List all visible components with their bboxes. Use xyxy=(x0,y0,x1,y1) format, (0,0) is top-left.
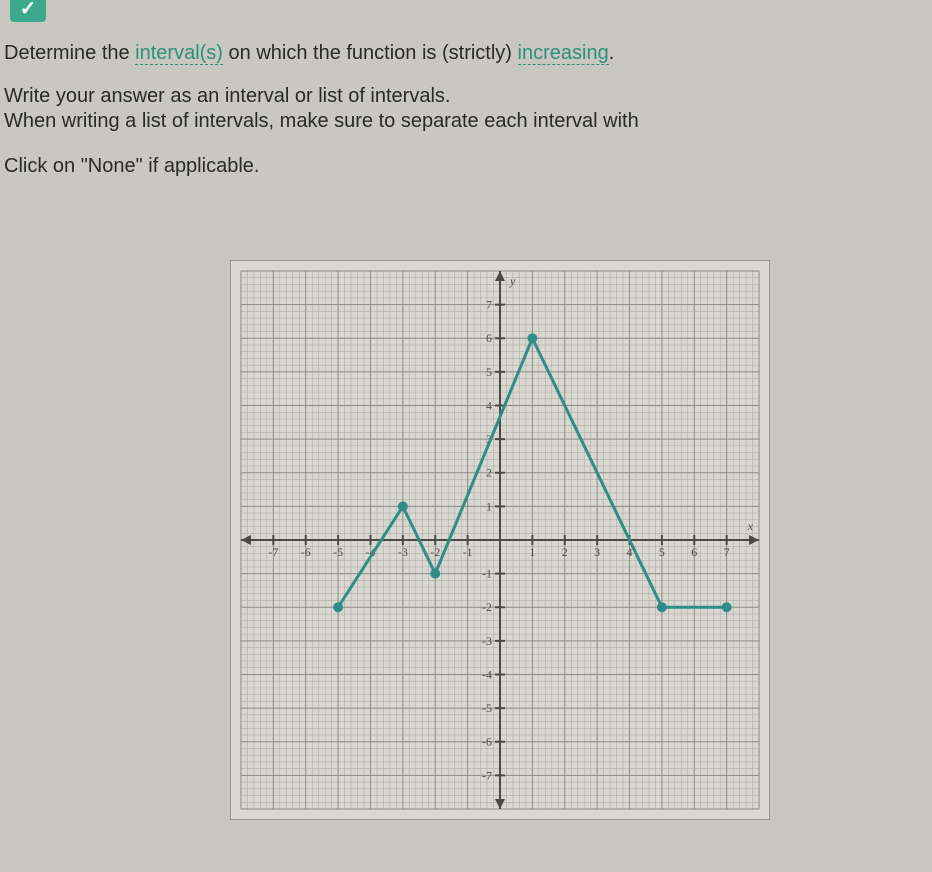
svg-text:3: 3 xyxy=(594,545,600,559)
svg-text:7: 7 xyxy=(724,545,730,559)
prompt-line-4: Click on "None" if applicable. xyxy=(4,155,928,178)
prompt-line-1: Determine the interval(s) on which the f… xyxy=(4,42,928,65)
svg-text:1: 1 xyxy=(486,499,492,513)
svg-text:y: y xyxy=(509,274,516,288)
svg-text:2: 2 xyxy=(562,545,568,559)
hint-intervals[interactable]: interval(s) xyxy=(135,42,223,65)
hint-increasing[interactable]: increasing xyxy=(518,42,609,65)
svg-text:1: 1 xyxy=(529,545,535,559)
text: Determine the xyxy=(4,42,135,64)
text: on which the function is (strictly) xyxy=(223,42,518,64)
svg-text:-2: -2 xyxy=(430,545,440,559)
svg-text:-3: -3 xyxy=(398,545,408,559)
svg-text:-4: -4 xyxy=(482,667,492,681)
svg-text:-2: -2 xyxy=(482,600,492,614)
svg-text:-3: -3 xyxy=(482,634,492,648)
svg-text:5: 5 xyxy=(486,365,492,379)
text: . xyxy=(609,42,615,64)
svg-text:-1: -1 xyxy=(463,545,473,559)
svg-text:4: 4 xyxy=(486,398,492,412)
svg-text:5: 5 xyxy=(659,545,665,559)
chart-svg: -7-6-5-4-3-2-11234567-7-6-5-4-3-2-112345… xyxy=(231,261,769,819)
coordinate-chart: -7-6-5-4-3-2-11234567-7-6-5-4-3-2-112345… xyxy=(230,260,770,820)
prompt-line-2: Write your answer as an interval or list… xyxy=(4,85,928,108)
correct-checkmark: ✓ xyxy=(10,0,46,22)
svg-text:-6: -6 xyxy=(482,735,492,749)
svg-text:-5: -5 xyxy=(333,545,343,559)
svg-text:6: 6 xyxy=(486,331,492,345)
prompt-line-3: When writing a list of intervals, make s… xyxy=(4,110,928,133)
svg-text:7: 7 xyxy=(486,298,492,312)
svg-text:-1: -1 xyxy=(482,567,492,581)
svg-text:-7: -7 xyxy=(482,768,492,782)
svg-text:x: x xyxy=(747,519,754,533)
question-content: Determine the interval(s) on which the f… xyxy=(4,42,928,198)
svg-text:-5: -5 xyxy=(482,701,492,715)
svg-text:-7: -7 xyxy=(268,545,278,559)
svg-text:-6: -6 xyxy=(301,545,311,559)
svg-text:2: 2 xyxy=(486,466,492,480)
svg-text:6: 6 xyxy=(691,545,697,559)
